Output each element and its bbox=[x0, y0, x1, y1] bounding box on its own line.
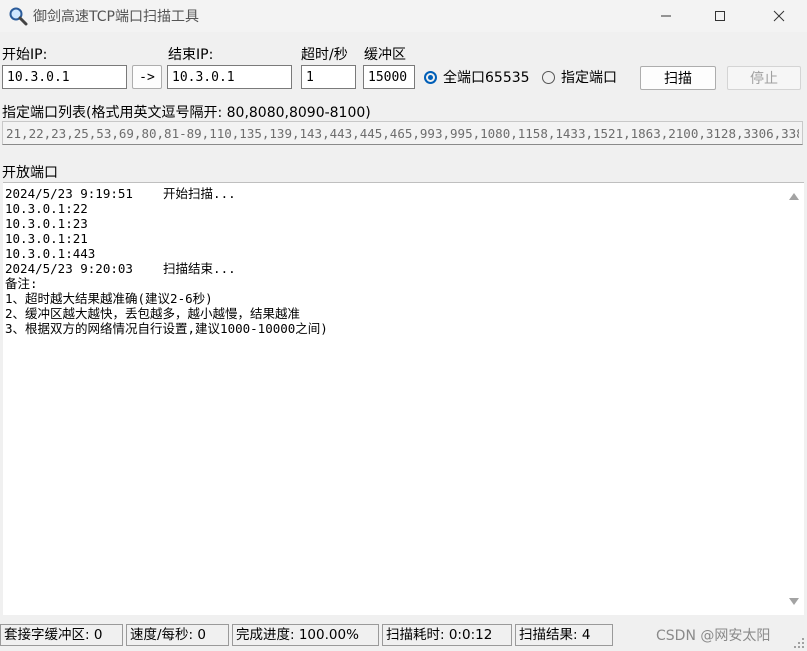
magnifier-icon bbox=[9, 7, 28, 26]
log-line: 备注: bbox=[5, 276, 38, 291]
status-bar: 套接字缓冲区: 0 速度/每秒: 0 完成进度: 100.00% 扫描耗时: 0… bbox=[0, 620, 807, 651]
end-ip-input[interactable] bbox=[167, 65, 292, 89]
log-line: 10.3.0.1:22 bbox=[5, 201, 88, 216]
scroll-up-icon[interactable] bbox=[789, 193, 799, 200]
scan-button[interactable]: 扫描 bbox=[640, 66, 716, 90]
radio-specified-ports-label: 指定端口 bbox=[561, 70, 617, 86]
vertical-scrollbar[interactable] bbox=[783, 183, 804, 615]
minimize-icon bbox=[661, 15, 671, 17]
ports-list-label: 指定端口列表(格式用英文逗号隔开: 80,8080,8090-8100) bbox=[2, 105, 371, 121]
watermark: CSDN @网安太阳 bbox=[656, 628, 771, 644]
status-socket-buffer: 套接字缓冲区: 0 bbox=[0, 624, 123, 646]
radio-all-ports-label: 全端口65535 bbox=[443, 70, 530, 86]
title-bar: 御剑高速TCP端口扫描工具 bbox=[0, 0, 807, 32]
buffer-label: 缓冲区 bbox=[364, 47, 406, 63]
log-line: 2、缓冲区越大越快，丢包越多，越小越慢，结果越准 bbox=[5, 306, 301, 321]
status-results: 扫描结果: 4 bbox=[515, 624, 613, 646]
ports-list-input[interactable] bbox=[2, 121, 803, 145]
app-window: 御剑高速TCP端口扫描工具 开始IP: 结束IP: 超时/秒 缓冲区 -> 全端… bbox=[0, 0, 807, 651]
close-icon bbox=[773, 10, 785, 22]
results-textarea[interactable]: 2024/5/23 9:19:51 开始扫描... 10.3.0.1:22 10.3… bbox=[3, 182, 804, 615]
maximize-icon bbox=[715, 11, 725, 21]
open-ports-label: 开放端口 bbox=[2, 165, 58, 181]
status-speed: 速度/每秒: 0 bbox=[126, 624, 229, 646]
results-text: 2024/5/23 9:19:51 开始扫描... 10.3.0.1:22 10.3… bbox=[5, 186, 780, 336]
status-elapsed: 扫描耗时: 0:0:12 bbox=[382, 624, 512, 646]
stop-button[interactable]: 停止 bbox=[727, 66, 801, 90]
window-title: 御剑高速TCP端口扫描工具 bbox=[33, 9, 199, 25]
timeout-input[interactable] bbox=[301, 65, 356, 89]
minimize-button[interactable] bbox=[643, 0, 689, 32]
timeout-label: 超时/秒 bbox=[301, 47, 348, 63]
radio-checked-icon bbox=[424, 70, 437, 84]
log-line: 10.3.0.1:443 bbox=[5, 246, 96, 261]
radio-all-ports[interactable]: 全端口65535 bbox=[424, 67, 530, 87]
start-ip-input[interactable] bbox=[2, 65, 127, 89]
log-line: 2024/5/23 9:19:51 开始扫描... bbox=[5, 186, 236, 201]
buffer-input[interactable] bbox=[363, 65, 415, 89]
start-ip-label: 开始IP: bbox=[2, 47, 48, 63]
log-line: 1、超时越大结果越准确(建议2-6秒) bbox=[5, 291, 213, 306]
radio-unchecked-icon bbox=[542, 70, 555, 84]
copy-ip-button[interactable]: -> bbox=[132, 65, 162, 89]
end-ip-label: 结束IP: bbox=[168, 47, 214, 63]
log-line: 10.3.0.1:21 bbox=[5, 231, 88, 246]
status-progress: 完成进度: 100.00% bbox=[232, 624, 379, 646]
resize-grip-icon[interactable] bbox=[793, 637, 805, 649]
scroll-down-icon[interactable] bbox=[789, 598, 799, 605]
close-button[interactable] bbox=[756, 0, 802, 32]
log-line: 3、根据双方的网络情况自行设置,建议1000-10000之间) bbox=[5, 321, 328, 336]
radio-specified-ports[interactable]: 指定端口 bbox=[542, 67, 617, 87]
maximize-button[interactable] bbox=[697, 0, 743, 32]
log-line: 2024/5/23 9:20:03 扫描结束... bbox=[5, 261, 236, 276]
log-line: 10.3.0.1:23 bbox=[5, 216, 88, 231]
